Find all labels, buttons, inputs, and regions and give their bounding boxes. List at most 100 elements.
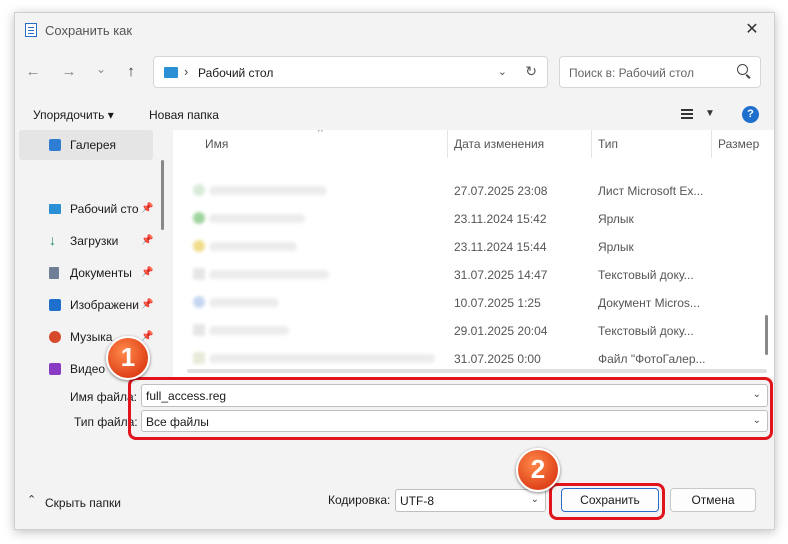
search-input[interactable]: Поиск в: Рабочий стол — [569, 66, 694, 80]
gallery-icon — [49, 139, 61, 151]
search-icon — [737, 64, 748, 75]
file-name-redacted — [209, 270, 329, 279]
view-list-icon[interactable] — [681, 109, 693, 119]
sidebar-scrollbar[interactable] — [161, 160, 164, 230]
column-header-type[interactable]: Тип — [598, 137, 618, 151]
close-button[interactable]: ✕ — [742, 20, 762, 40]
file-name-redacted — [209, 186, 327, 195]
chevron-down-icon[interactable]: ⌄ — [531, 494, 539, 505]
music-icon — [49, 331, 61, 343]
row-type: Лист Microsoft Ex... — [598, 184, 704, 198]
encoding-label: Кодировка: — [328, 493, 391, 507]
view-dropdown-icon[interactable]: ▼ — [705, 108, 715, 119]
table-row[interactable]: 29.01.2025 20:04 Текстовый доку... — [173, 316, 774, 344]
sidebar-item-label: Музыка — [70, 330, 113, 344]
desktop-folder-icon — [164, 67, 178, 78]
address-bar[interactable]: › Рабочий стол ⌄ ↻ — [153, 56, 548, 88]
row-type: Документ Micros... — [598, 296, 700, 310]
pin-icon: 📌 — [141, 299, 154, 310]
highlight-frame-form — [128, 377, 773, 440]
row-date: 23.11.2024 15:44 — [454, 240, 547, 254]
column-divider[interactable] — [447, 130, 448, 158]
row-type: Файл "ФотоГалер... — [598, 352, 706, 366]
highlight-frame-save — [549, 483, 665, 520]
file-icon — [193, 184, 205, 196]
new-folder-button[interactable]: Новая папка — [149, 108, 219, 122]
forward-button[interactable]: → — [59, 63, 79, 80]
file-name-redacted — [209, 354, 435, 363]
table-row[interactable]: 23.11.2024 15:42 Ярлык — [173, 204, 774, 232]
row-date: 27.07.2025 23:08 — [454, 184, 548, 198]
encoding-value: UTF-8 — [400, 494, 434, 508]
pin-icon: 📌 — [141, 331, 154, 342]
sidebar-item-gallery[interactable]: Галерея — [19, 130, 153, 160]
navigation-bar: ← → ⌄ ↑ › Рабочий стол ⌄ ↻ Поиск в: Рабо… — [15, 53, 774, 93]
row-date: 29.01.2025 20:04 — [454, 324, 548, 338]
recent-locations-button[interactable]: ⌄ — [91, 62, 111, 76]
breadcrumb-separator: › — [184, 64, 189, 79]
file-name-redacted — [209, 214, 305, 223]
column-divider[interactable] — [711, 130, 712, 158]
row-date: 31.07.2025 14:47 — [454, 268, 548, 282]
organize-button[interactable]: Упорядочить ▾ — [33, 108, 114, 122]
column-header-date[interactable]: Дата изменения — [454, 137, 544, 151]
back-button[interactable]: ← — [23, 63, 43, 80]
sidebar-item-label: Загрузки — [70, 234, 119, 248]
file-icon — [193, 268, 205, 280]
table-row[interactable]: 23.11.2024 15:44 Ярлык — [173, 232, 774, 260]
step-badge-2: 2 — [516, 448, 560, 492]
step-badge-1: 1 — [106, 336, 150, 380]
up-button[interactable]: ↑ — [121, 63, 141, 80]
search-box[interactable]: Поиск в: Рабочий стол — [559, 56, 761, 88]
help-icon[interactable]: ? — [742, 106, 759, 123]
chevron-down-icon[interactable]: ⌄ — [498, 65, 507, 78]
table-row[interactable]: 10.07.2025 1:25 Документ Micros... — [173, 288, 774, 316]
refresh-icon[interactable]: ↻ — [525, 63, 537, 80]
encoding-select[interactable]: UTF-8 ⌄ — [395, 489, 546, 512]
sidebar-item-desktop[interactable]: Рабочий сто 📌 — [15, 194, 153, 224]
title-bar: Сохранить как ✕ — [15, 13, 774, 47]
table-row[interactable]: 31.07.2025 14:47 Текстовый доку... — [173, 260, 774, 288]
row-date: 10.07.2025 1:25 — [454, 296, 541, 310]
sidebar-item-label: Изображени — [70, 298, 139, 312]
table-row[interactable]: 27.07.2025 23:08 Лист Microsoft Ex... — [173, 176, 774, 204]
pin-icon: 📌 — [141, 235, 154, 246]
row-type: Ярлык — [598, 212, 634, 226]
column-divider[interactable] — [591, 130, 592, 158]
sidebar-item-label: Рабочий сто — [70, 202, 139, 216]
row-type: Ярлык — [598, 240, 634, 254]
documents-icon — [49, 267, 59, 279]
notepad-icon — [25, 23, 37, 37]
chevron-up-icon[interactable]: ⌃ — [27, 493, 36, 506]
sidebar-item-downloads[interactable]: ↓ Загрузки 📌 — [15, 226, 153, 256]
sidebar-item-pictures[interactable]: Изображени 📌 — [15, 290, 153, 320]
video-icon — [49, 363, 61, 375]
column-header-name[interactable]: Имя — [205, 137, 228, 151]
column-header-size[interactable]: Размер — [718, 137, 759, 151]
vertical-scrollbar[interactable] — [765, 315, 768, 355]
row-date: 23.11.2024 15:42 — [454, 212, 547, 226]
file-name-redacted — [209, 298, 279, 307]
sidebar-item-label: Документы — [70, 266, 132, 280]
row-type: Текстовый доку... — [598, 268, 694, 282]
file-icon — [193, 296, 205, 308]
table-row[interactable]: 31.07.2025 0:00 Файл "ФотоГалер... — [173, 344, 774, 372]
hide-folders-button[interactable]: Скрыть папки — [45, 496, 121, 510]
filename-label: Имя файла: — [70, 390, 137, 404]
breadcrumb-location[interactable]: Рабочий стол — [198, 66, 273, 80]
desktop-icon — [49, 204, 61, 214]
sidebar-item-label: Галерея — [70, 138, 117, 152]
navigation-pane: Галерея Рабочий сто 📌 ↓ Загрузки 📌 Докум… — [15, 130, 167, 377]
file-name-redacted — [209, 326, 289, 335]
file-icon — [193, 240, 205, 252]
save-as-dialog: Сохранить как ✕ ← → ⌄ ↑ › Рабочий стол ⌄… — [14, 12, 775, 530]
cancel-button[interactable]: Отмена — [670, 488, 756, 512]
window-title: Сохранить как — [45, 23, 133, 38]
command-bar: Упорядочить ▾ Новая папка ▼ ? — [15, 101, 774, 129]
download-icon: ↓ — [49, 232, 56, 248]
sidebar-item-documents[interactable]: Документы 📌 — [15, 258, 153, 288]
file-icon — [193, 352, 205, 364]
horizontal-scrollbar[interactable] — [187, 369, 767, 373]
file-list: ^ Имя Дата изменения Тип Размер 27.07.20… — [173, 130, 774, 377]
file-icon — [193, 212, 205, 224]
